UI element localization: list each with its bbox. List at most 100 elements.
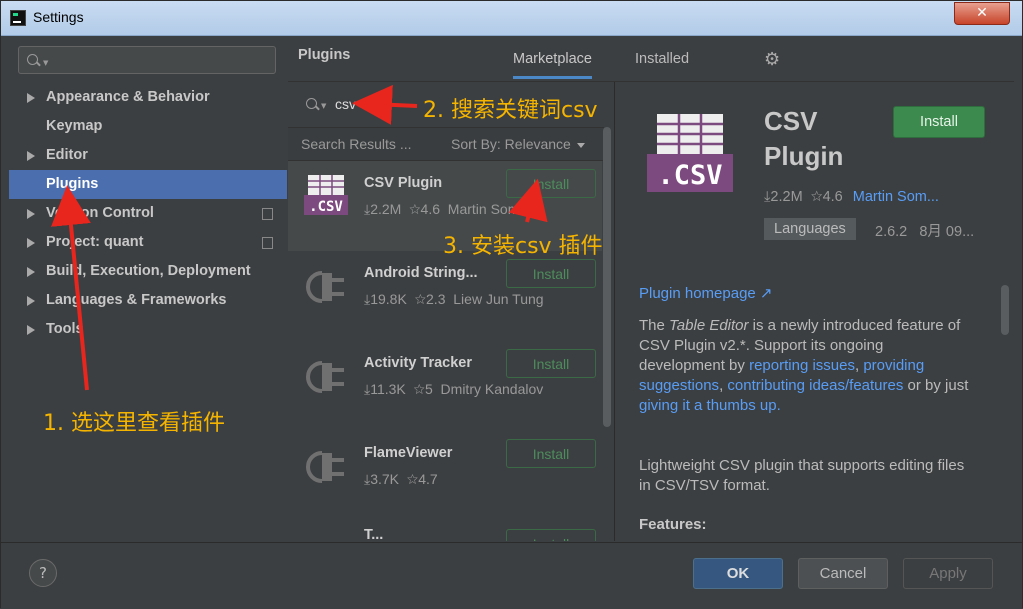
- plugin-downloads: 2.2M: [770, 189, 803, 205]
- thumbs-up-link[interactable]: giving it a thumbs up.: [639, 397, 781, 414]
- install-button[interactable]: Install: [506, 529, 596, 541]
- sidebar-item-plugins[interactable]: Plugins: [9, 170, 287, 199]
- plugin-rating: 5: [424, 381, 433, 397]
- svg-text:.CSV: .CSV: [309, 199, 343, 215]
- sidebar-item-project[interactable]: Project: quant: [9, 228, 287, 257]
- plugin-plug-icon: [306, 361, 344, 393]
- plugin-author: Dmitry Kandalov: [440, 381, 544, 397]
- results-bar: Search Results ... Sort By: Relevance: [288, 127, 604, 161]
- reporting-issues-link[interactable]: reporting issues: [749, 357, 855, 374]
- expand-arrow-icon[interactable]: [27, 209, 35, 219]
- tab-installed[interactable]: Installed: [635, 51, 689, 67]
- sidebar-item-keymap[interactable]: Keymap: [9, 112, 287, 141]
- plugin-rating: 4.6: [822, 189, 843, 205]
- gear-icon[interactable]: ⚙: [764, 49, 780, 70]
- settings-tree: Appearance & Behavior Keymap Editor Plug…: [9, 83, 287, 344]
- plugin-description-2: Lightweight CSV plugin that supports edi…: [639, 457, 965, 494]
- plugin-description: The Table Editor is a newly introduced f…: [639, 316, 971, 416]
- plugin-name: Activity Tracker: [364, 355, 473, 371]
- window-title: Settings: [33, 9, 84, 25]
- csv-file-icon: .CSV: [304, 175, 348, 215]
- features-heading: Features:: [639, 516, 707, 533]
- expand-arrow-icon[interactable]: [27, 325, 35, 335]
- detail-install-button[interactable]: Install: [893, 106, 985, 138]
- settings-search-input[interactable]: ▼: [18, 46, 276, 74]
- category-tag: Languages: [764, 218, 856, 240]
- plugins-title: Plugins: [298, 47, 351, 63]
- plugin-list-item-flameviewer[interactable]: FlameViewer ⤓3.7K ☆4.7 Install: [288, 431, 602, 521]
- contributing-link[interactable]: contributing ideas/features: [727, 377, 903, 394]
- plugin-detail-name: CSV Plugin: [764, 104, 843, 174]
- settings-sidebar: ▼ Appearance & Behavior Keymap Editor Pl…: [9, 37, 287, 541]
- ok-button[interactable]: OK: [693, 558, 783, 589]
- plugin-name: CSV Plugin: [364, 175, 443, 191]
- expand-arrow-icon[interactable]: [27, 296, 35, 306]
- step2-annotation: 2. 搜索关键词csv: [423, 98, 598, 123]
- plugin-meta: ⤓3.7K ☆4.7: [364, 471, 438, 487]
- dialog-footer: ? OK Cancel Apply: [1, 542, 1022, 609]
- desc-text: The: [639, 317, 670, 334]
- plugin-list-item-android-string[interactable]: Android String... ⤓19.8K ☆2.3 Liew Jun T…: [288, 251, 602, 341]
- install-button[interactable]: Install: [506, 349, 596, 378]
- sidebar-item-label: Keymap: [46, 118, 103, 134]
- sidebar-item-label: Appearance & Behavior: [46, 89, 210, 105]
- pycharm-app-icon: [10, 10, 26, 26]
- sidebar-item-tools[interactable]: Tools: [9, 315, 287, 344]
- step3-annotation: 3. 安装csv 插件: [443, 234, 603, 259]
- sidebar-item-appearance[interactable]: Appearance & Behavior: [9, 83, 287, 112]
- plugin-downloads: 3.7K: [370, 471, 400, 487]
- sidebar-item-label: Editor: [46, 147, 88, 163]
- plugin-author: Martin Sommer: [447, 201, 544, 217]
- cancel-button[interactable]: Cancel: [798, 558, 888, 589]
- install-button[interactable]: Install: [506, 259, 596, 288]
- details-scrollbar[interactable]: [1001, 285, 1009, 335]
- csv-file-icon: .CSV: [647, 114, 733, 192]
- plugin-version: 2.6.2 8月 09...: [875, 220, 974, 241]
- sidebar-item-editor[interactable]: Editor: [9, 141, 287, 170]
- sidebar-item-label: Languages & Frameworks: [46, 292, 227, 308]
- plugin-detail-meta: ⤓2.2M ☆4.6 Martin Som...: [764, 189, 939, 205]
- sidebar-item-languages[interactable]: Languages & Frameworks: [9, 286, 287, 315]
- apply-button[interactable]: Apply: [903, 558, 993, 589]
- plugin-downloads: 11.3K: [370, 381, 406, 397]
- plugin-plug-icon: [306, 451, 344, 483]
- search-icon: [27, 54, 38, 65]
- help-button[interactable]: ?: [29, 559, 57, 587]
- sidebar-item-label: Build, Execution, Deployment: [46, 263, 251, 279]
- sort-dropdown[interactable]: Sort By: Relevance: [451, 136, 585, 152]
- sidebar-item-label: Project: quant: [46, 234, 144, 250]
- plugin-detail-name-line2: Plugin: [764, 141, 844, 171]
- search-query-text: csv: [335, 96, 356, 112]
- plugin-homepage-link[interactable]: Plugin homepage ↗: [639, 284, 773, 302]
- sidebar-item-build[interactable]: Build, Execution, Deployment: [9, 257, 287, 286]
- plugin-list-pane: ▼ csv Search Results ... Sort By: Releva…: [288, 82, 615, 541]
- sidebar-item-label: Version Control: [46, 205, 154, 221]
- plugin-list-item-activity-tracker[interactable]: Activity Tracker ⤓11.3K ☆5 Dmitry Kandal…: [288, 341, 602, 431]
- expand-arrow-icon[interactable]: [27, 267, 35, 277]
- title-bar: Settings ✕: [1, 1, 1022, 36]
- plugin-rating: 2.3: [426, 291, 446, 307]
- plugin-plug-icon: [306, 271, 344, 303]
- plugin-rating: 4.6: [420, 201, 441, 217]
- plugin-list-scrollbar[interactable]: [603, 127, 611, 427]
- plugin-downloads: 2.2M: [370, 201, 402, 217]
- search-dropdown-icon: ▼: [321, 102, 327, 110]
- expand-arrow-icon[interactable]: [27, 238, 35, 248]
- expand-arrow-icon[interactable]: [27, 151, 35, 161]
- plugin-author: Liew Jun Tung: [453, 291, 544, 307]
- install-button[interactable]: Install: [506, 169, 596, 198]
- plugins-header: Plugins Marketplace Installed ⚙: [288, 37, 1014, 82]
- sidebar-item-label: Tools: [46, 321, 84, 337]
- plugin-author-link[interactable]: Martin Som...: [853, 189, 939, 205]
- plugin-list-item-partial[interactable]: T... Install: [288, 521, 602, 541]
- tab-marketplace[interactable]: Marketplace: [513, 51, 592, 79]
- release-date: 8月 09...: [919, 224, 975, 240]
- close-button[interactable]: ✕: [954, 2, 1010, 25]
- plugin-detail-name-line1: CSV: [764, 106, 818, 136]
- install-button[interactable]: Install: [506, 439, 596, 468]
- desc-text: or by just: [903, 377, 969, 394]
- expand-arrow-icon[interactable]: [27, 93, 35, 103]
- sidebar-item-label: Plugins: [46, 176, 99, 192]
- sidebar-item-version-control[interactable]: Version Control: [9, 199, 287, 228]
- version-number: 2.6.2: [875, 224, 908, 240]
